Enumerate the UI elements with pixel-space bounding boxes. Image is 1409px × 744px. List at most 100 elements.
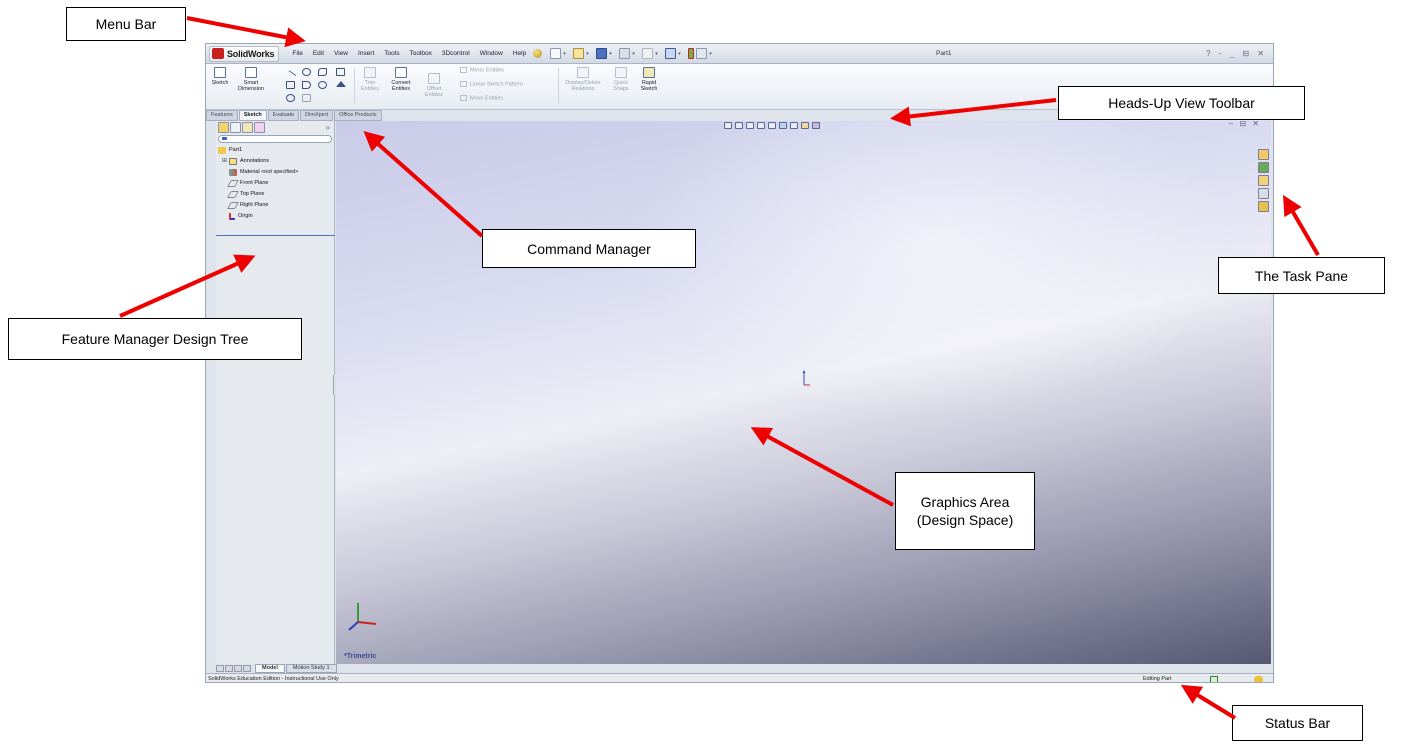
offset-entities-button[interactable]: Offset Entities: [421, 73, 447, 98]
chevron-down-icon[interactable]: ▾: [586, 51, 591, 57]
rebuild-icon[interactable]: [688, 48, 695, 59]
apply-scene-icon[interactable]: [812, 122, 820, 129]
select-icon[interactable]: [665, 48, 677, 59]
view-orientation-icon[interactable]: [768, 122, 776, 129]
graphics-area[interactable]: – ⊟ ✕ *Trimetric: [336, 121, 1271, 664]
edit-appearance-icon[interactable]: [801, 122, 809, 129]
tree-item-origin[interactable]: Origin: [216, 211, 334, 222]
expand-panel-icon[interactable]: »: [326, 123, 330, 132]
tree-item-top-plane[interactable]: Top Plane: [216, 189, 334, 200]
rapid-sketch-button[interactable]: Rapid Sketch: [638, 67, 660, 92]
menu-toolbox[interactable]: Toolbox: [404, 44, 436, 64]
smart-dimension-button[interactable]: Smart Dimension: [236, 67, 266, 92]
new-document-icon[interactable]: [550, 48, 562, 59]
tab-model[interactable]: Model: [255, 663, 285, 673]
tab-evaluate[interactable]: Evaluate: [267, 110, 300, 121]
menu-help[interactable]: Help: [508, 44, 531, 64]
file-explorer-icon[interactable]: [1258, 175, 1269, 186]
tree-item-part1[interactable]: Part1: [216, 145, 334, 156]
chevron-down-icon[interactable]: ▾: [678, 51, 683, 57]
first-tab-icon[interactable]: [216, 664, 224, 672]
ellipse-icon[interactable]: [318, 81, 327, 89]
solidworks-logo[interactable]: SolidWorks: [209, 45, 280, 62]
window-controls[interactable]: ? - _ ⊟ ✕: [1206, 44, 1267, 64]
rollback-bar[interactable]: [216, 235, 335, 236]
rectangle-icon[interactable]: [286, 81, 295, 89]
rebuild-status-icon[interactable]: [1254, 676, 1263, 682]
sketch-fillet-icon[interactable]: [336, 68, 345, 76]
sketch-button[interactable]: Sketch: [209, 67, 231, 86]
arc-icon[interactable]: [302, 81, 311, 89]
menu-tools[interactable]: Tools: [379, 44, 404, 64]
tab-motion-study-1[interactable]: Motion Study 1: [285, 663, 337, 673]
last-tab-icon[interactable]: [243, 664, 251, 672]
previous-view-icon[interactable]: [746, 122, 754, 129]
menu-3dcontrol[interactable]: 3Dcontrol: [437, 44, 475, 64]
chevron-down-icon[interactable]: ▾: [709, 51, 714, 57]
options-icon[interactable]: [696, 48, 708, 59]
convert-entities-button[interactable]: Convert Entities: [387, 67, 415, 92]
design-library-icon[interactable]: [1258, 162, 1269, 173]
display-delete-relations-button[interactable]: Display/Delete Relations: [562, 67, 604, 92]
tree-item-front-plane[interactable]: Front Plane: [216, 178, 334, 189]
trim-entities-button[interactable]: Trim Entities: [358, 67, 382, 92]
menu-insert[interactable]: Insert: [353, 44, 379, 64]
circle-icon[interactable]: [302, 68, 311, 76]
open-folder-icon[interactable]: [573, 48, 585, 59]
expand-plus-icon[interactable]: ⊞: [222, 156, 228, 167]
graphics-window-controls[interactable]: – ⊟ ✕: [1229, 121, 1261, 128]
save-icon[interactable]: [596, 48, 608, 59]
origin-marker-icon: [802, 370, 810, 386]
chevron-down-icon[interactable]: ▾: [632, 51, 637, 57]
chevron-down-icon[interactable]: ▾: [655, 51, 660, 57]
mirror-entities-button[interactable]: Mirror Entities: [460, 67, 504, 73]
next-tab-icon[interactable]: [234, 664, 242, 672]
menu-edit[interactable]: Edit: [308, 44, 329, 64]
menu-file[interactable]: File: [287, 44, 307, 64]
text-icon[interactable]: [336, 81, 346, 87]
hide-show-items-icon[interactable]: [790, 122, 798, 129]
help-icon[interactable]: [1210, 676, 1218, 682]
menu-bar: SolidWorks File Edit View Insert Tools T…: [206, 44, 1273, 64]
spline-icon[interactable]: [318, 68, 327, 76]
zoom-to-fit-icon[interactable]: [724, 122, 732, 129]
plane-sketch-icon[interactable]: [318, 94, 327, 102]
chevron-down-icon[interactable]: ▾: [609, 51, 614, 57]
appearances-scenes-icon[interactable]: [1258, 201, 1269, 212]
centerline-icon[interactable]: [302, 94, 311, 102]
tree-item-right-plane[interactable]: Right Plane: [216, 200, 334, 211]
zoom-to-area-icon[interactable]: [735, 122, 743, 129]
tab-dimxpert[interactable]: DimXpert: [300, 110, 334, 121]
dimxpertmanager-tab-icon[interactable]: [254, 122, 265, 133]
solidworks-resources-icon[interactable]: [1258, 149, 1269, 160]
point-icon[interactable]: [286, 94, 295, 102]
featuremanager-tab-icon[interactable]: [218, 122, 229, 133]
menu-window[interactable]: Window: [475, 44, 508, 64]
linear-pattern-button[interactable]: Linear Sketch Pattern: [460, 81, 523, 87]
tab-features[interactable]: Features: [206, 110, 238, 121]
plane-icon: [226, 202, 240, 209]
pin-icon[interactable]: [533, 49, 543, 58]
undo-icon[interactable]: [642, 48, 654, 59]
document-title: Part1: [936, 50, 952, 57]
arrow-task-pane: [1282, 194, 1320, 257]
move-entities-button[interactable]: Move Entities: [460, 95, 503, 101]
quick-snaps-button[interactable]: Quick Snaps: [610, 67, 632, 92]
chevron-down-icon[interactable]: ▾: [563, 51, 568, 57]
tree-item-material[interactable]: Material <not specified>: [216, 167, 334, 178]
tab-office-products[interactable]: Office Products: [334, 110, 382, 121]
callout-heads-up-toolbar: Heads-Up View Toolbar: [1058, 86, 1305, 120]
print-icon[interactable]: [619, 48, 631, 59]
previous-tab-icon[interactable]: [225, 664, 233, 672]
section-view-icon[interactable]: [757, 122, 765, 129]
tab-sketch[interactable]: Sketch: [238, 110, 267, 121]
menu-view[interactable]: View: [329, 44, 353, 64]
tree-item-annotations[interactable]: ⊞ Annotations: [216, 156, 334, 167]
configurationmanager-tab-icon[interactable]: [242, 122, 253, 133]
feature-tree-filter-input[interactable]: [218, 135, 332, 143]
status-mode-text: Editing Part: [1143, 676, 1172, 682]
status-bar: SolidWorks Education Edition - Instructi…: [206, 673, 1273, 682]
propertymanager-tab-icon[interactable]: [230, 122, 241, 133]
view-palette-icon[interactable]: [1258, 188, 1269, 199]
display-style-icon[interactable]: [779, 122, 787, 129]
